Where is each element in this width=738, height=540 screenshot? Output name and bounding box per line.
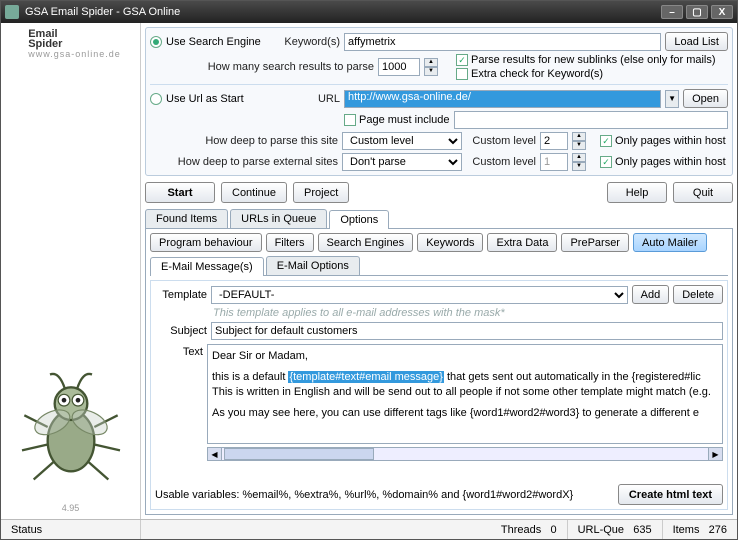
- statusbar: Status Threads 0 URL-Que 635 Items 276: [1, 519, 737, 539]
- template-label: Template: [155, 289, 207, 301]
- keywords-label: Keyword(s): [280, 36, 340, 48]
- scroll-right-icon[interactable]: ▶: [708, 448, 722, 460]
- option-button-row: Program behaviour Filters Search Engines…: [150, 233, 728, 252]
- subtab-email-options[interactable]: E-Mail Options: [266, 256, 360, 275]
- use-url-radio[interactable]: [150, 93, 162, 105]
- create-html-button[interactable]: Create html text: [618, 484, 723, 505]
- deep-ext-custom-label: Custom level: [466, 156, 536, 168]
- within-host-2-checkbox[interactable]: ✓: [600, 156, 612, 168]
- subject-input[interactable]: [211, 322, 723, 340]
- extra-check-checkbox[interactable]: [456, 68, 468, 80]
- parse-sublinks-label: Parse results for new sublinks (else onl…: [471, 54, 716, 66]
- results-label: How many search results to parse: [168, 61, 374, 73]
- template-hint: This template applies to all e-mail addr…: [211, 307, 723, 319]
- logo: Email Spider www.gsa-online.de: [20, 29, 121, 58]
- opt-program-behaviour[interactable]: Program behaviour: [150, 233, 262, 252]
- page-include-input[interactable]: [454, 111, 729, 129]
- opt-auto-mailer[interactable]: Auto Mailer: [633, 233, 707, 252]
- status-label: Status: [1, 520, 141, 539]
- load-list-button[interactable]: Load List: [665, 32, 728, 51]
- deep-site-spinner[interactable]: ▲▼: [572, 132, 586, 150]
- use-search-engine-radio[interactable]: [150, 36, 162, 48]
- deep-ext-label: How deep to parse external sites: [150, 156, 338, 168]
- app-icon: [5, 5, 19, 19]
- threads-value: 0: [550, 524, 556, 536]
- deep-site-custom-input[interactable]: [540, 132, 568, 150]
- text-body[interactable]: Dear Sir or Madam, this is a default {te…: [207, 344, 723, 444]
- opt-keywords[interactable]: Keywords: [417, 233, 483, 252]
- window-title: GSA Email Spider - GSA Online: [25, 6, 180, 18]
- help-button[interactable]: Help: [607, 182, 667, 203]
- usable-variables-label: Usable variables: %email%, %extra%, %url…: [155, 489, 612, 501]
- urlque-label: URL-Que: [578, 524, 624, 536]
- minimize-button[interactable]: –: [661, 5, 683, 19]
- template-select[interactable]: -DEFAULT-: [211, 286, 628, 304]
- results-input[interactable]: [378, 58, 420, 76]
- version-label: 4.95: [62, 503, 80, 513]
- within-host-1-label: Only pages within host: [615, 135, 726, 147]
- sidebar: Email Spider www.gsa-online.de 4.95: [1, 23, 141, 519]
- deep-ext-custom-input: [540, 153, 568, 171]
- deep-site-custom-label: Custom level: [466, 135, 536, 147]
- deep-ext-spinner: ▲▼: [572, 153, 586, 171]
- text-scrollbar[interactable]: ◀ ▶: [207, 447, 723, 461]
- tab-found-items[interactable]: Found Items: [145, 209, 228, 228]
- close-button[interactable]: X: [711, 5, 733, 19]
- tab-urls-in-queue[interactable]: URLs in Queue: [230, 209, 327, 228]
- logo-sub: www.gsa-online.de: [28, 50, 121, 59]
- mascot-image: [11, 357, 131, 497]
- main-tabs: Found Items URLs in Queue Options: [145, 209, 733, 229]
- items-value: 276: [709, 524, 727, 536]
- scroll-left-icon[interactable]: ◀: [208, 448, 222, 460]
- urlque-value: 635: [633, 524, 651, 536]
- items-label: Items: [673, 524, 700, 536]
- start-button[interactable]: Start: [145, 182, 215, 203]
- results-spinner[interactable]: ▲▼: [424, 58, 438, 76]
- deep-site-label: How deep to parse this site: [150, 135, 338, 147]
- subject-label: Subject: [155, 325, 207, 337]
- subtab-email-messages[interactable]: E-Mail Message(s): [150, 257, 264, 276]
- parse-sublinks-checkbox[interactable]: ✓: [456, 54, 468, 66]
- config-group: Use Search Engine Keyword(s) Load List H…: [145, 27, 733, 176]
- keywords-input[interactable]: [344, 33, 661, 51]
- use-search-engine-label: Use Search Engine: [166, 36, 276, 48]
- open-button[interactable]: Open: [683, 89, 728, 108]
- delete-button[interactable]: Delete: [673, 285, 723, 304]
- within-host-2-label: Only pages within host: [615, 156, 726, 168]
- url-dropdown-icon[interactable]: ▼: [665, 90, 679, 108]
- threads-label: Threads: [501, 524, 541, 536]
- use-url-label: Use Url as Start: [166, 93, 276, 105]
- url-label: URL: [280, 93, 340, 105]
- page-include-label: Page must include: [359, 114, 450, 126]
- project-button[interactable]: Project: [293, 182, 349, 203]
- within-host-1-checkbox[interactable]: ✓: [600, 135, 612, 147]
- url-input[interactable]: http://www.gsa-online.de/: [344, 90, 661, 108]
- opt-filters[interactable]: Filters: [266, 233, 314, 252]
- text-label: Text: [155, 344, 203, 480]
- page-include-checkbox[interactable]: [344, 114, 356, 126]
- deep-ext-select[interactable]: Don't parse: [342, 153, 462, 171]
- maximize-button[interactable]: ▢: [686, 5, 708, 19]
- add-button[interactable]: Add: [632, 285, 670, 304]
- quit-button[interactable]: Quit: [673, 182, 733, 203]
- titlebar: GSA Email Spider - GSA Online – ▢ X: [1, 1, 737, 23]
- tab-options[interactable]: Options: [329, 210, 389, 229]
- extra-check-label: Extra check for Keyword(s): [471, 68, 603, 80]
- opt-search-engines[interactable]: Search Engines: [318, 233, 414, 252]
- opt-extra-data[interactable]: Extra Data: [487, 233, 557, 252]
- highlighted-placeholder: {template#text#email message}: [288, 371, 443, 383]
- scroll-thumb[interactable]: [224, 448, 374, 460]
- continue-button[interactable]: Continue: [221, 182, 287, 203]
- sub-tabs: E-Mail Message(s) E-Mail Options: [150, 256, 728, 276]
- opt-preparser[interactable]: PreParser: [561, 233, 629, 252]
- deep-site-select[interactable]: Custom level: [342, 132, 462, 150]
